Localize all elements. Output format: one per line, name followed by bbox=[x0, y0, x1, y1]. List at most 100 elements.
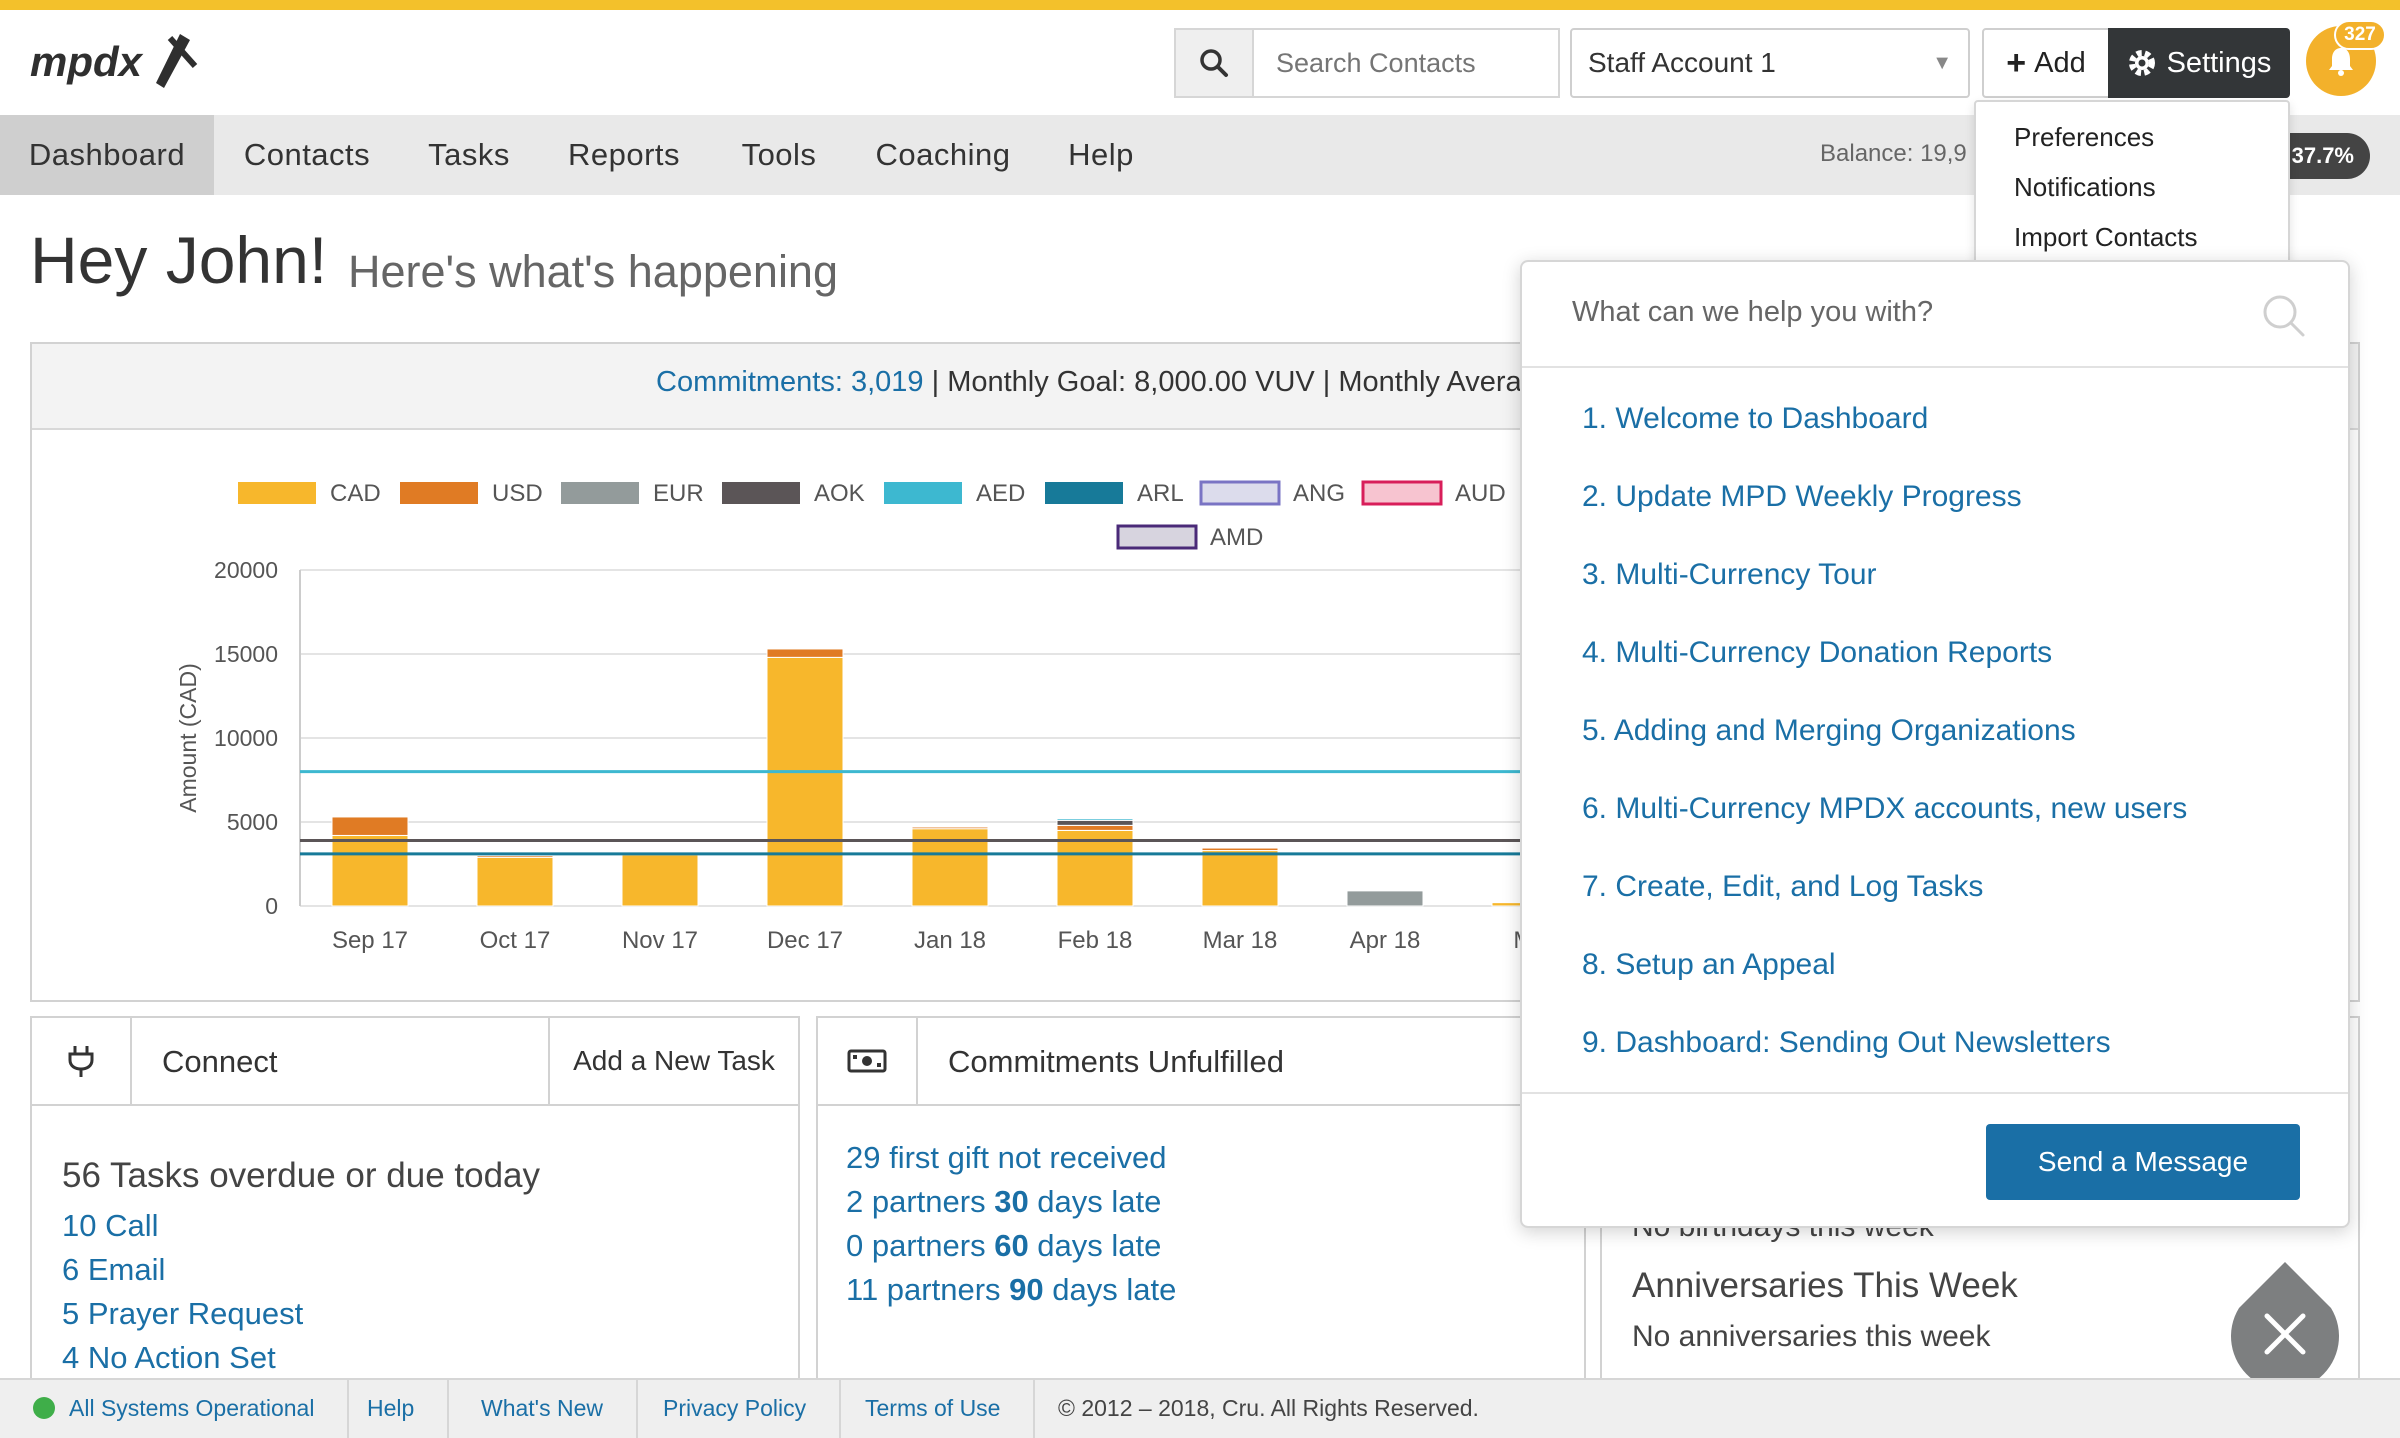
mpdx-logo[interactable]: mpdx bbox=[30, 28, 200, 98]
account-select[interactable]: Staff Account 1 ▼ bbox=[1570, 28, 1970, 98]
link-bold: 90 bbox=[1009, 1272, 1044, 1307]
commitments-unfulfilled-title: Commitments Unfulfilled bbox=[948, 1044, 1284, 1079]
footer-terms-link[interactable]: Terms of Use bbox=[832, 1378, 1036, 1438]
legend-label-aok: AOK bbox=[814, 480, 865, 507]
legend-label-aud: AUD bbox=[1455, 480, 1506, 507]
legend-swatch-amd bbox=[1116, 524, 1198, 550]
legend-label-ang: ANG bbox=[1293, 480, 1345, 507]
commitments-link[interactable]: Commitments: 3,019 bbox=[656, 366, 924, 398]
add-label: Add bbox=[2034, 46, 2086, 79]
y-tick-label: 10000 bbox=[214, 725, 278, 751]
bar-usd-4 bbox=[911, 826, 989, 830]
x-tick-label: Apr 18 bbox=[1350, 927, 1421, 954]
plug-icon bbox=[32, 1018, 132, 1104]
nav-tasks[interactable]: Tasks bbox=[400, 115, 538, 195]
anniversaries-text: No anniversaries this week bbox=[1632, 1320, 1991, 1353]
help-article-5[interactable]: 5. Adding and Merging Organizations bbox=[1582, 714, 2076, 748]
help-article-2[interactable]: 2. Update MPD Weekly Progress bbox=[1582, 480, 2022, 514]
send-message-label: Send a Message bbox=[2037, 1146, 2249, 1177]
footer-privacy-link[interactable]: Privacy Policy bbox=[630, 1378, 842, 1438]
first-gift-link[interactable]: 29 first gift not received bbox=[846, 1140, 1167, 1176]
add-new-task-label: Add a New Task bbox=[573, 1045, 775, 1076]
nav-label: Tools bbox=[741, 137, 817, 172]
footer-help-link[interactable]: Help bbox=[334, 1378, 450, 1438]
copyright: © 2012 – 2018, Cru. All Rights Reserved. bbox=[1058, 1394, 1479, 1421]
status-text: All Systems Operational bbox=[69, 1394, 315, 1421]
nav-label: Contacts bbox=[243, 137, 371, 172]
system-status-link[interactable]: All Systems Operational bbox=[0, 1378, 350, 1438]
x-tick-label: Oct 17 bbox=[480, 927, 551, 954]
nav-label: Reports bbox=[567, 137, 681, 172]
tasks-prayer-request-link[interactable]: 5 Prayer Request bbox=[62, 1296, 303, 1332]
search-contacts-input[interactable] bbox=[1252, 28, 1560, 98]
tasks-call-link[interactable]: 10 Call bbox=[62, 1208, 159, 1244]
y-tick-label: 0 bbox=[265, 893, 278, 919]
donations-chart: CAD USD EUR AOK AED ARL ANG AUD AMD 0 5000 10000 150… bbox=[175, 480, 1520, 954]
link-text: 11 partners bbox=[846, 1272, 1010, 1307]
legend-swatch-usd bbox=[400, 482, 478, 504]
menu-notifications[interactable]: Notifications bbox=[2014, 172, 2156, 203]
bar-cad-3 bbox=[766, 656, 844, 907]
legend-label-eur: EUR bbox=[653, 480, 704, 507]
legend-label-usd: USD bbox=[492, 480, 543, 507]
menu-import-contacts[interactable]: Import Contacts bbox=[2014, 222, 2198, 253]
bar-usd-5 bbox=[1056, 824, 1134, 831]
nav-reports[interactable]: Reports bbox=[538, 115, 710, 195]
add-button[interactable]: + Add bbox=[1982, 28, 2110, 98]
nav-contacts[interactable]: Contacts bbox=[214, 115, 400, 195]
link-bold: 30 bbox=[994, 1184, 1029, 1219]
legend-label-arl: ARL bbox=[1137, 480, 1184, 507]
send-message-button[interactable]: Send a Message bbox=[1986, 1124, 2300, 1200]
account-select-value: Staff Account 1 bbox=[1588, 47, 1776, 78]
nav-dashboard[interactable]: Dashboard bbox=[0, 115, 214, 195]
search-button[interactable] bbox=[1174, 28, 1254, 98]
divider bbox=[1522, 366, 2348, 368]
balance-text: Balance: 19,9 bbox=[1820, 140, 1967, 167]
help-search-icon[interactable] bbox=[2262, 294, 2306, 343]
link-text: 29 first gift not received bbox=[846, 1140, 1167, 1175]
add-new-task-button[interactable]: Add a New Task bbox=[548, 1018, 798, 1104]
help-article-6[interactable]: 6. Multi-Currency MPDX accounts, new use… bbox=[1582, 792, 2187, 826]
legend-swatch-eur bbox=[561, 482, 639, 504]
caret-down-icon: ▼ bbox=[1932, 51, 1952, 74]
nav-label: Help bbox=[1068, 137, 1134, 172]
tasks-no-action-link[interactable]: 4 No Action Set bbox=[62, 1340, 276, 1376]
footer-link-label: Help bbox=[367, 1394, 415, 1421]
brand-stripe bbox=[0, 0, 2400, 10]
help-article-1[interactable]: 1. Welcome to Dashboard bbox=[1582, 402, 1928, 436]
help-article-4[interactable]: 4. Multi-Currency Donation Reports bbox=[1582, 636, 2052, 670]
plus-icon: + bbox=[2006, 43, 2027, 82]
legend-label-aed: AED bbox=[976, 480, 1025, 507]
legend-label-cad: CAD bbox=[330, 480, 381, 507]
nav-help[interactable]: Help bbox=[1038, 115, 1164, 195]
nav-label: Dashboard bbox=[28, 137, 186, 172]
help-article-3[interactable]: 3. Multi-Currency Tour bbox=[1582, 558, 1877, 592]
help-article-9[interactable]: 9. Dashboard: Sending Out Newsletters bbox=[1582, 1026, 2111, 1060]
help-article-8[interactable]: 8. Setup an Appeal bbox=[1582, 948, 1836, 982]
nav-coaching[interactable]: Coaching bbox=[848, 115, 1038, 195]
nav-tools[interactable]: Tools bbox=[710, 115, 848, 195]
legend-swatch-aed bbox=[884, 482, 962, 504]
search-icon bbox=[1200, 49, 1228, 77]
footer-link-label: Privacy Policy bbox=[663, 1394, 807, 1421]
close-help-beacon[interactable] bbox=[2231, 1260, 2339, 1391]
connect-title: Connect bbox=[162, 1044, 278, 1079]
help-article-7[interactable]: 7. Create, Edit, and Log Tasks bbox=[1582, 870, 1983, 904]
page-subtitle: Here's what's happening bbox=[348, 246, 838, 297]
bar-usd-3 bbox=[766, 648, 844, 658]
bar-aed-5 bbox=[1056, 818, 1134, 821]
tasks-overdue-summary: 56 Tasks overdue or due today bbox=[62, 1156, 541, 1195]
link-text: 0 partners bbox=[846, 1228, 995, 1263]
link-bold: 60 bbox=[994, 1228, 1029, 1263]
help-search-input[interactable]: What can we help you with? bbox=[1572, 296, 1933, 329]
settings-button[interactable]: Settings bbox=[2108, 28, 2290, 98]
late-30-link[interactable]: 2 partners 30 days late bbox=[846, 1184, 1161, 1220]
menu-preferences[interactable]: Preferences bbox=[2014, 122, 2154, 153]
commitments-summary: Commitments: 3,019 | Monthly Goal: 8,000… bbox=[656, 366, 1522, 399]
late-90-link[interactable]: 11 partners 90 days late bbox=[846, 1272, 1176, 1308]
money-icon bbox=[818, 1018, 918, 1104]
late-60-link[interactable]: 0 partners 60 days late bbox=[846, 1228, 1161, 1264]
tasks-email-link[interactable]: 6 Email bbox=[62, 1252, 165, 1288]
anniversaries-title: Anniversaries This Week bbox=[1632, 1266, 2018, 1305]
footer-whats-new-link[interactable]: What's New bbox=[448, 1378, 638, 1438]
